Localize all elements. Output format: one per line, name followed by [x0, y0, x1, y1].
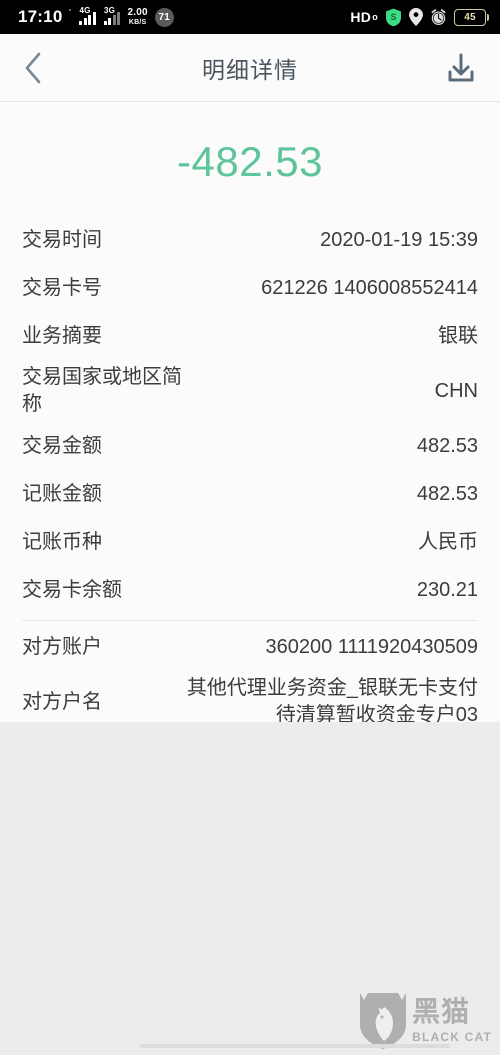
table-row: 交易时间 2020-01-19 15:39 [22, 216, 478, 264]
transaction-details-card: 交易时间 2020-01-19 15:39 交易卡号 621226 140600… [0, 216, 500, 747]
row-value: CHN [434, 379, 478, 402]
amount-section: -482.53 [0, 102, 500, 216]
table-row: 对方账户 360200 1111920430509 [22, 623, 478, 671]
row-label: 交易时间 [22, 228, 102, 251]
bottom-indicator-bar [140, 1044, 450, 1048]
table-row: 交易卡余额 230.21 [22, 566, 478, 614]
signal-3g-icon: 3G [103, 6, 121, 25]
battery-icon: 45 [454, 8, 489, 26]
page-background-area: 黑猫 BLACK CAT [0, 722, 500, 1055]
row-label: 交易卡号 [22, 276, 102, 299]
signal-3g-label: 3G [103, 6, 116, 15]
network-speed-value: 2.00 [127, 7, 148, 18]
row-value: 621226 1406008552414 [261, 276, 478, 299]
location-pin-icon [409, 8, 423, 26]
table-row: 交易卡号 621226 1406008552414 [22, 264, 478, 312]
watermark-cn-label: 黑猫 [412, 996, 471, 1027]
chevron-left-icon [25, 52, 41, 83]
row-label: 对方户名 [22, 690, 102, 713]
status-bar-clock: 17:10 [18, 7, 63, 26]
phone-screen: 17:10 4G 3G 2.00 KB/S 71 HD o S 45 明细详情 … [0, 0, 500, 1055]
row-label: 业务摘要 [22, 324, 102, 347]
transaction-amount: -482.53 [177, 138, 323, 185]
hd-icon: HD o [350, 9, 378, 25]
row-value: 482.53 [416, 482, 478, 505]
row-label: 交易卡余额 [22, 578, 122, 601]
row-label: 交易金额 [22, 434, 102, 457]
table-row: 业务摘要 银联 [22, 312, 478, 360]
notification-count-badge: 71 [154, 7, 174, 27]
table-row: 记账金额 482.53 [22, 470, 478, 518]
status-dot-icon [69, 9, 72, 11]
table-row: 交易金额 482.53 [22, 422, 478, 470]
network-speed-unit: KB/S [128, 19, 147, 26]
status-bar: 17:10 4G 3G 2.00 KB/S 71 HD o S 45 [0, 0, 500, 34]
shield-icon: S [386, 8, 401, 26]
row-value: 360200 1111920430509 [265, 635, 478, 658]
signal-4g-label: 4G [79, 6, 91, 15]
signal-4g-icon: 4G [78, 6, 96, 25]
row-value: 230.21 [416, 578, 478, 601]
app-header: 明细详情 [0, 34, 500, 102]
hd-label: HD [350, 9, 372, 25]
section-divider [22, 620, 478, 621]
back-button[interactable] [22, 48, 56, 88]
row-value: 2020-01-19 15:39 [320, 228, 478, 251]
svg-text:S: S [390, 12, 396, 22]
row-value: 482.53 [416, 434, 478, 457]
black-cat-watermark: 黑猫 BLACK CAT [360, 993, 492, 1049]
row-label: 记账币种 [22, 530, 102, 553]
status-bar-left: 17:10 4G 3G 2.00 KB/S 71 [18, 7, 174, 27]
table-row: 记账币种 人民币 [22, 518, 478, 566]
row-value: 人民币 [418, 530, 478, 553]
table-row: 交易国家或地区简称 CHN [22, 360, 478, 422]
download-icon [448, 53, 474, 81]
row-label: 交易国家或地区简称 [22, 366, 182, 415]
row-value: 其他代理业务资金_银联无卡支付待清算暂收资金专户03 [186, 677, 478, 726]
network-speed-icon: 2.00 KB/S [127, 7, 148, 27]
watermark-en-label: BLACK CAT [412, 1030, 492, 1044]
alarm-clock-icon [431, 8, 446, 25]
hd-sub-label: o [372, 12, 378, 22]
row-value: 银联 [438, 324, 478, 347]
row-label: 记账金额 [22, 482, 102, 505]
watermark-text: 黑猫 BLACK CAT [412, 996, 492, 1045]
status-bar-right: HD o S 45 [350, 8, 489, 27]
download-button[interactable] [444, 51, 478, 85]
row-label: 对方账户 [22, 635, 102, 658]
page-title: 明细详情 [202, 56, 298, 83]
black-cat-shield-logo-icon [360, 993, 407, 1049]
